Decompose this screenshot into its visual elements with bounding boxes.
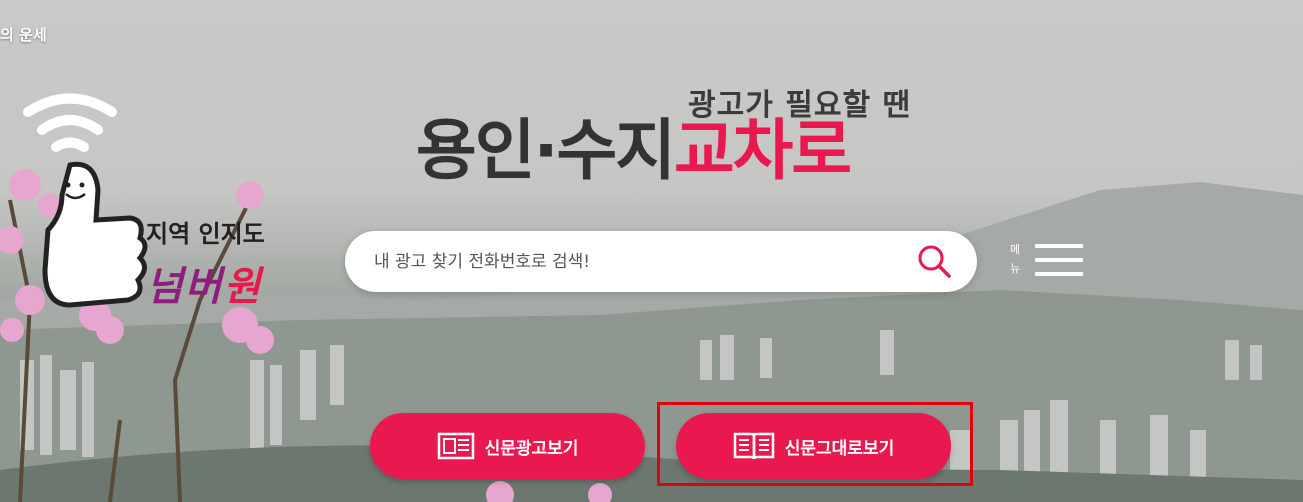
newspaper-icon bbox=[437, 432, 474, 460]
menu-label-line2: 뉴 bbox=[1009, 262, 1021, 275]
mascot-number-one: 넘버원 bbox=[146, 254, 262, 312]
brand-logo[interactable]: 용인·수지교차로 bbox=[416, 118, 852, 184]
mascot-number-one-a: 넘버 bbox=[146, 264, 224, 310]
open-book-icon bbox=[733, 432, 774, 460]
hamburger-icon bbox=[1035, 244, 1083, 286]
mascot-number-one-b: 원 bbox=[223, 264, 263, 310]
brand-name-region: 용인·수지 bbox=[416, 112, 676, 189]
search-input[interactable] bbox=[372, 244, 896, 280]
search-box bbox=[345, 231, 977, 292]
newspaper-view-label: 신문그대로보기 bbox=[784, 438, 895, 459]
menu-label-line1: 메 bbox=[1009, 243, 1021, 256]
brand-name-main: 교차로 bbox=[673, 112, 852, 189]
menu-label: 메 뉴 bbox=[1008, 240, 1022, 278]
newspaper-view-button[interactable]: 신문그대로보기 bbox=[676, 413, 951, 479]
hero-banner: 의 운세 지역 인지도 넘버원 광고가 필요할 땐 용인·수지교차로 메 뉴 bbox=[0, 0, 1303, 502]
newspaper-ad-label: 신문광고보기 bbox=[484, 438, 579, 459]
newspaper-ad-button[interactable]: 신문광고보기 bbox=[370, 413, 645, 479]
fortune-link[interactable]: 의 운세 bbox=[0, 24, 47, 45]
mascot-tagline: 지역 인지도 bbox=[146, 220, 265, 248]
menu-button[interactable]: 메 뉴 bbox=[1008, 240, 1086, 280]
search-icon[interactable] bbox=[917, 244, 951, 278]
